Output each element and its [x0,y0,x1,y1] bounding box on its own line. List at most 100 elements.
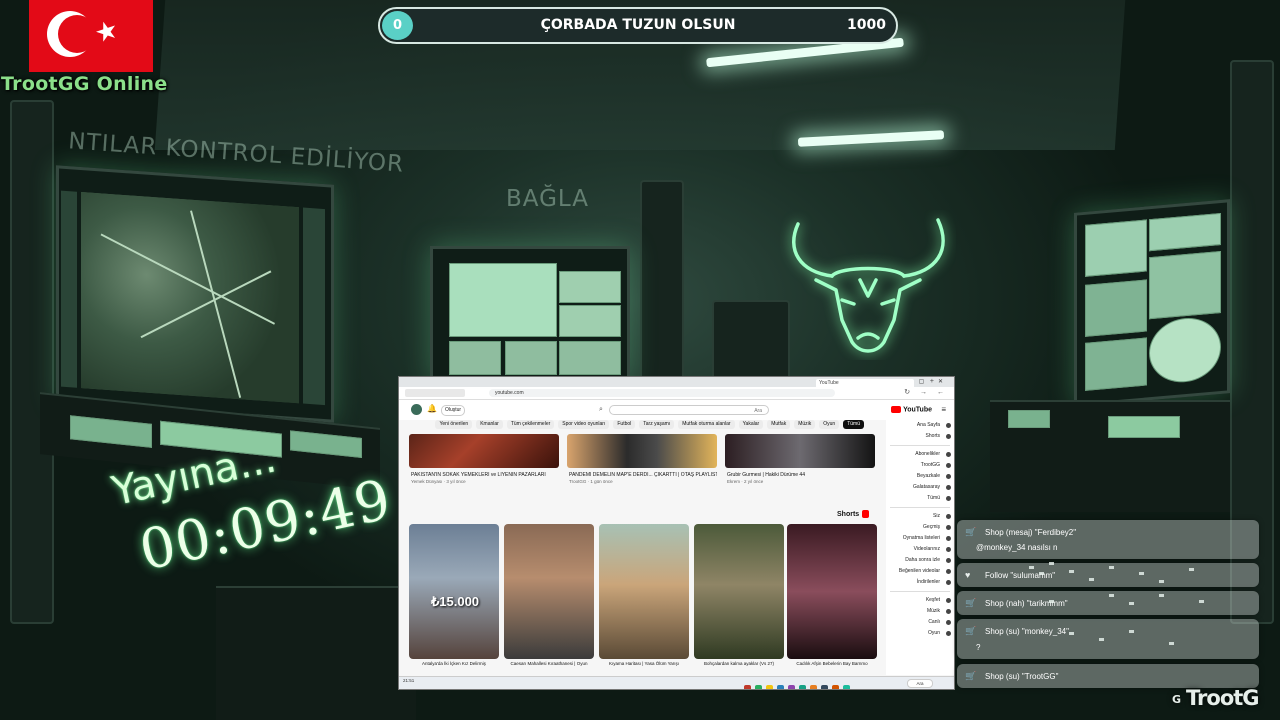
sidebar-item-icon [946,485,951,490]
video-title[interactable]: PAKİSTAN'IN SOKAK YEMEKLERİ ve LİYENİN P… [411,472,559,478]
sidebar-item[interactable]: Daha sonra izle [886,555,954,566]
video-thumbnail[interactable] [409,434,559,468]
sidebar-divider [890,445,950,446]
youtube-header: 🔔 Oluştur ⌕ Ara YouTube ≡ [399,400,954,420]
extensions-area[interactable] [405,389,465,397]
sidebar-item[interactable]: TrootGG [886,460,954,471]
sidebar-item-label: Beyazkale [916,473,940,479]
turkish-flag-icon: ★ [29,0,153,72]
video-title[interactable]: PANDEMİ DEMELİN MAP'E DERDİ... ÇIKARTTI … [569,472,717,478]
filter-chip[interactable]: Müzik [794,420,816,429]
sidebar-item[interactable]: Abonelikler [886,449,954,460]
sidebar-item-icon [946,620,951,625]
sidebar-item[interactable]: Galatasaray [886,482,954,493]
filter-chip[interactable]: Tarz yaşamı [639,420,675,429]
sidebar-item[interactable]: Tümü [886,493,954,504]
sidebar-item[interactable]: Oyun [886,628,954,639]
app-icon[interactable] [821,685,828,689]
app-icon[interactable] [832,685,839,689]
wall-vent [712,300,790,380]
sidebar-item[interactable]: Müzik [886,606,954,617]
bell-icon[interactable]: 🔔 [427,404,437,413]
cart-icon: 🛒 [965,626,977,636]
short-title[interactable]: Cadılık Afşin Bebelerin Bay Barnmo [787,661,877,667]
video-thumbnail[interactable] [725,434,875,468]
sidebar-item[interactable]: İndirilenler [886,577,954,588]
filter-chip[interactable]: Yeni önerilen [435,420,473,429]
short-title[interactable]: Caesarı Mahallesi Kıraathanesi | Oyun [504,661,594,667]
event-text: Shop (su) "TrootGG" [985,672,1059,681]
youtube-feed: Grubir Gurmesi | Hakiki Dürüme 44 Ekrem … [407,434,882,675]
sidebar-item-icon [946,525,951,530]
sidebar-item[interactable]: Shorts [886,431,954,442]
sidebar-item[interactable]: Keşfet [886,595,954,606]
sidebar-item-icon [946,463,951,468]
filter-chip[interactable]: Yakalar [738,420,764,429]
sidebar-item[interactable]: Oynatma listeleri [886,533,954,544]
short-thumbnail[interactable] [694,524,784,659]
sidebar-item[interactable]: Geçmiş [886,522,954,533]
event-item: 🛒 Shop (nah) "tarikmmm" [957,591,1259,615]
sidebar-item-icon [946,496,951,501]
app-icon[interactable] [755,685,762,689]
app-icon[interactable] [766,685,773,689]
youtube-logo[interactable]: YouTube [889,406,932,413]
browser-tab[interactable]: YouTube [816,379,914,387]
sidebar-item[interactable]: Videolarınız [886,544,954,555]
address-bar[interactable]: youtube.com [489,389,835,397]
avatar[interactable] [411,404,422,415]
sidebar-item-label: Ana Sayfa [916,422,940,428]
filter-chip[interactable]: Tümü [843,420,864,429]
sidebar-item[interactable]: Beyazkale [886,471,954,482]
search-input[interactable]: Ara [609,405,769,415]
short-thumbnail[interactable] [787,524,877,659]
short-title[interactable]: Kıyama Haritası | Yasa Ölüm Yarışı [599,661,689,667]
create-button[interactable]: Oluştur [441,405,465,416]
nav-buttons[interactable]: ↻ → ← [904,389,948,397]
video-title[interactable]: Grubir Gurmesi | Hakiki Dürüme 44 [727,472,875,478]
filter-chip[interactable]: Mutfak [767,420,791,429]
event-item: 🛒 Shop (mesaj) "Ferdibey2" @monkey_34 na… [957,520,1259,559]
sidebar-item-icon [946,558,951,563]
app-icon[interactable] [744,685,751,689]
sidebar-item[interactable]: Siz [886,511,954,522]
brand-label: TrootGG Online [1,73,168,95]
short-title[interactable]: Bohçalardan kalma ayaklar (Vs 27) [694,661,784,667]
cart-icon: 🛒 [965,527,977,537]
filter-chip[interactable]: Futbol [613,420,636,429]
video-thumbnail[interactable] [567,434,717,468]
app-icon[interactable] [810,685,817,689]
filter-chip[interactable]: Tüm çekilenmeler [506,420,555,429]
bull-head-icon [792,218,945,353]
sidebar-item-icon [946,514,951,519]
app-icon[interactable] [843,685,850,689]
filter-chip[interactable]: Spor video oyunları [558,420,610,429]
taskbar-clock[interactable]: 21:51 [403,678,414,683]
app-icon[interactable] [799,685,806,689]
sidebar-item-icon [946,536,951,541]
cart-icon: 🛒 [965,671,977,681]
sidebar-item-icon [946,580,951,585]
filter-chip[interactable]: Oyun [819,420,840,429]
sidebar-item[interactable]: Beğenilen videolar [886,566,954,577]
app-icon[interactable] [777,685,784,689]
filter-chip[interactable]: Mutfak oturma alanlar [678,420,735,429]
short-thumbnail[interactable] [504,524,594,659]
filter-chip[interactable]: Kmanlar [476,420,503,429]
short-overlay-text: ₺15.000 [431,594,480,609]
new-tab-button[interactable]: + [930,378,934,386]
app-icon[interactable] [788,685,795,689]
event-subtext: ? [976,643,981,652]
sidebar-item[interactable]: Canlı [886,617,954,628]
windows-taskbar: 21:51 Ara [399,676,954,689]
sidebar-item[interactable]: Ana Sayfa [886,420,954,431]
short-thumbnail[interactable]: ₺15.000 [409,524,499,659]
sidebar-divider [890,591,950,592]
sidebar-item-label: İndirilenler [916,579,940,585]
short-title[interactable]: Antalya'da İki İçken Kız Delirmiş [409,661,499,667]
short-thumbnail[interactable] [599,524,689,659]
taskbar-search[interactable]: Ara [907,679,933,688]
menu-icon[interactable]: ≡ [941,405,946,414]
browser-capture-window: — ▢ ✕ YouTube + youtube.com ↻ → ← 🔔 Oluş… [398,376,955,690]
video-meta: Yemek Dünyası · 3 yıl önce [411,479,466,484]
